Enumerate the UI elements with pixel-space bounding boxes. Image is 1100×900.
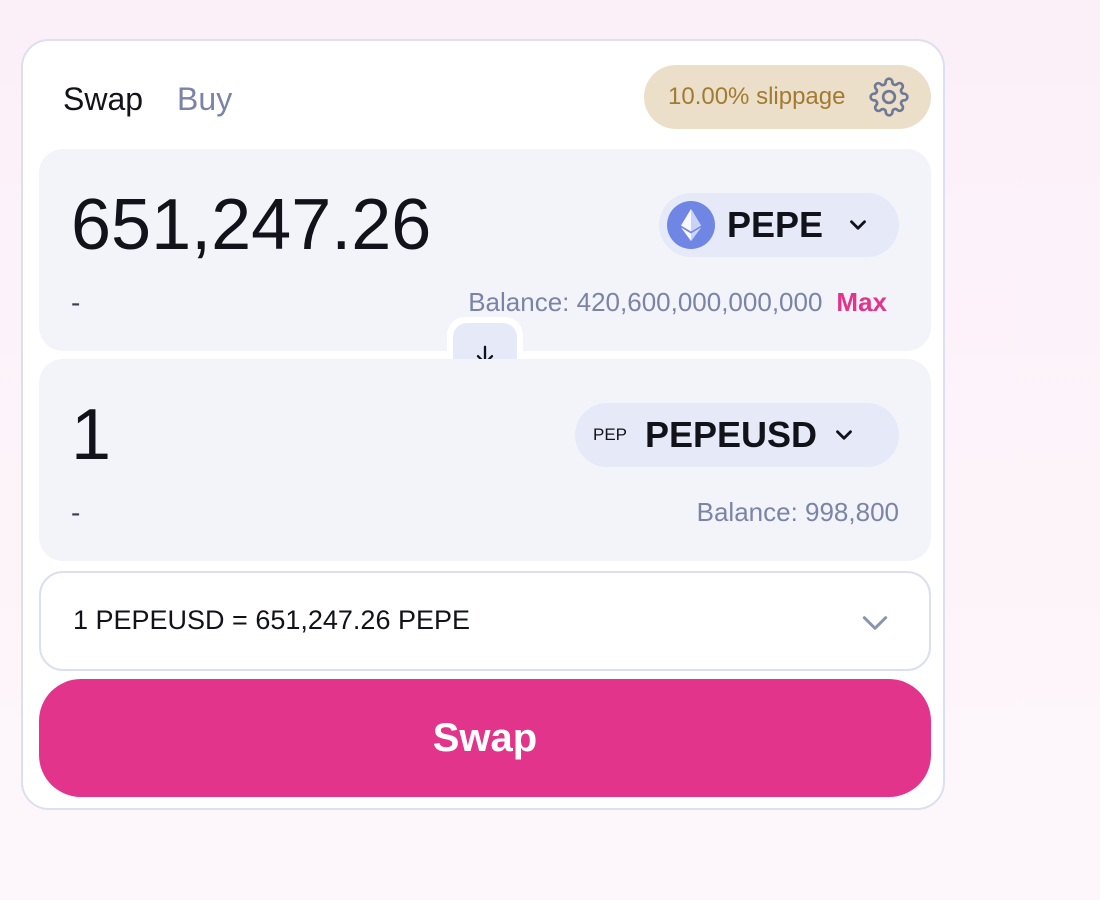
swap-card: Swap Buy 10.00% slippage 651,247.26 PEPE… [21,39,945,810]
from-token-selector[interactable]: PEPE [659,193,899,257]
slippage-label: 10.00% slippage [668,83,846,110]
to-usd-value: - [71,497,81,528]
to-token-selector[interactable]: PEP PEPEUSD [575,403,899,467]
pepeusd-token-icon: PEP [593,425,628,444]
slippage-button[interactable]: 10.00% slippage [644,65,931,129]
to-token-symbol: PEPEUSD [645,414,818,455]
from-usd-value: - [71,287,81,318]
tab-buy[interactable]: Buy [177,81,232,118]
chevron-down-icon[interactable] [859,607,891,639]
to-panel: 1 PEP PEPEUSD - Balance: 998,800 [39,359,931,561]
exchange-rate-text: 1 PEPEUSD = 651,247.26 PEPE [73,605,470,635]
from-balance: Balance: 420,600,000,000,000 [468,287,823,317]
to-balance-line: Balance: 998,800 [697,497,899,528]
exchange-rate-row[interactable]: 1 PEPEUSD = 651,247.26 PEPE [39,571,931,671]
chevron-down-icon [850,220,866,230]
from-balance-line: Balance: 420,600,000,000,000 Max [468,287,887,318]
from-amount-input[interactable]: 651,247.26 [71,189,431,261]
tab-swap[interactable]: Swap [63,81,143,118]
tab-bar: Swap Buy [63,81,232,118]
swap-button[interactable]: Swap [39,679,931,797]
max-button[interactable]: Max [836,287,887,318]
from-token-symbol: PEPE [727,204,824,245]
gear-icon[interactable] [869,77,909,117]
chevron-down-icon [836,430,852,440]
to-amount-input[interactable]: 1 [71,399,111,471]
ethereum-icon [667,201,715,249]
to-balance: Balance: 998,800 [696,497,899,527]
